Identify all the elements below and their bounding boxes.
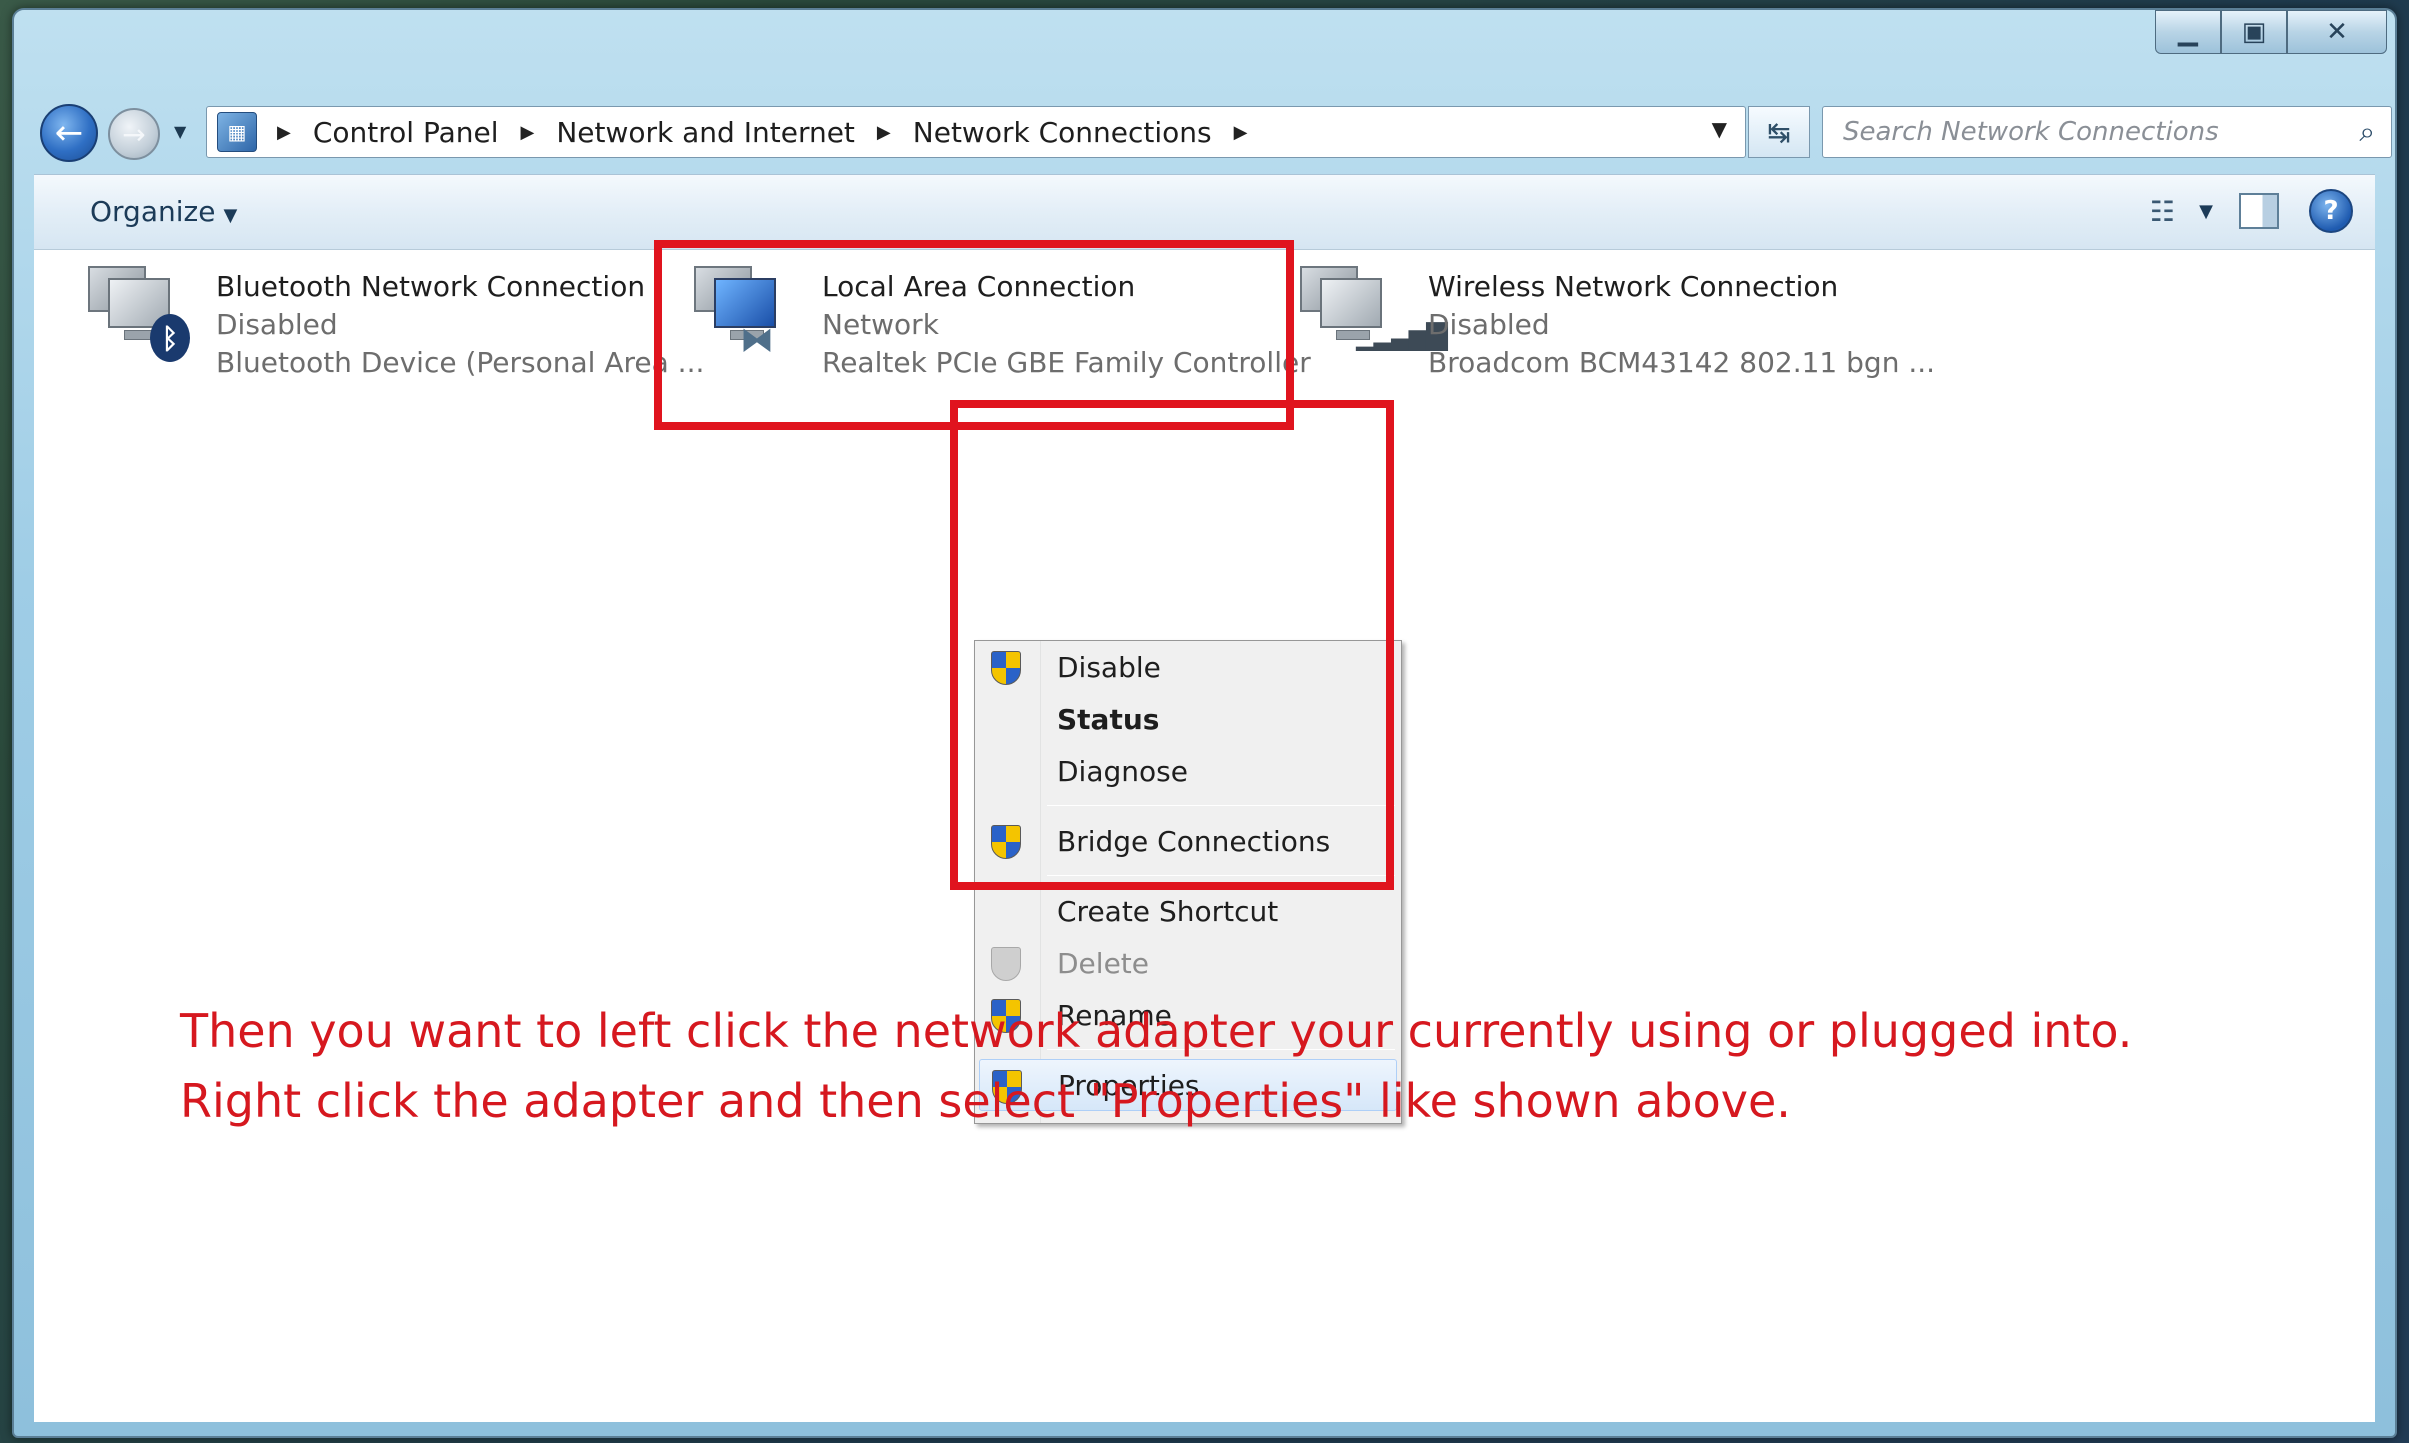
adapter-name: Bluetooth Network Connection: [216, 270, 646, 303]
breadcrumb-network-connections[interactable]: Network Connections: [913, 116, 1212, 149]
search-icon[interactable]: ⌕: [2359, 115, 2375, 149]
bluetooth-icon: ᛒ: [150, 314, 190, 362]
refresh-icon: ↹: [1767, 115, 1791, 149]
adapter-wireless[interactable]: ▁▂▃▅▇ Wireless Network Connection Disabl…: [1296, 250, 1935, 379]
network-computer-icon: ▁▂▃▅▇: [1296, 260, 1448, 351]
address-bar[interactable]: ▦ ▶ Control Panel ▶ Network and Internet…: [206, 106, 1746, 158]
adapter-device: Broadcom BCM43142 802.11 bgn ...: [1428, 346, 1936, 379]
maximize-button[interactable]: ▣: [2221, 10, 2287, 54]
breadcrumb-separator-icon[interactable]: ▶: [877, 122, 891, 143]
preview-pane-icon[interactable]: [2239, 193, 2279, 229]
recent-pages-dropdown[interactable]: ▼: [174, 122, 186, 141]
change-view-icon[interactable]: ☷: [2150, 195, 2175, 228]
help-button[interactable]: ?: [2309, 189, 2353, 233]
control-panel-icon: ▦: [217, 112, 257, 152]
organize-button[interactable]: Organize ▼: [90, 195, 237, 228]
network-computer-icon: ᛒ: [84, 260, 190, 362]
adapter-device: Bluetooth Device (Personal Area ...: [216, 346, 705, 379]
breadcrumb-network-and-internet[interactable]: Network and Internet: [556, 116, 855, 149]
adapter-bluetooth[interactable]: ᛒ Bluetooth Network Connection Disabled …: [84, 250, 704, 379]
forward-button[interactable]: →: [108, 108, 160, 160]
refresh-button[interactable]: ↹: [1748, 106, 1810, 158]
instruction-line-1: Then you want to left click the network …: [180, 1004, 2133, 1058]
breadcrumb-separator-icon[interactable]: ▶: [1234, 122, 1248, 143]
help-icon: ?: [2323, 196, 2339, 226]
title-bar: ▁ ▣ ✕: [14, 10, 2395, 90]
caption-buttons: ▁ ▣ ✕: [2155, 10, 2387, 54]
back-button[interactable]: ←: [40, 104, 98, 162]
explorer-window: ▁ ▣ ✕ ← → ▼ ▦ ▶ Control Panel ▶ Network …: [12, 8, 2397, 1438]
search-input[interactable]: Search Network Connections ⌕: [1822, 106, 2392, 158]
menu-item-delete: Delete: [975, 937, 1401, 989]
breadcrumb-separator-icon[interactable]: ▶: [277, 122, 291, 143]
connections-list: ᛒ Bluetooth Network Connection Disabled …: [34, 240, 2375, 1422]
instruction-line-2: Right click the adapter and then select …: [180, 1074, 1791, 1128]
command-bar: Organize ▼ ☷ ▼ ?: [34, 174, 2375, 250]
minimize-button[interactable]: ▁: [2155, 10, 2221, 54]
arrow-right-icon: →: [122, 117, 146, 151]
chevron-down-icon: ▼: [174, 122, 187, 141]
arrow-left-icon: ←: [54, 113, 84, 153]
breadcrumb-separator-icon[interactable]: ▶: [521, 122, 535, 143]
chevron-down-icon: ▼: [223, 205, 238, 226]
close-button[interactable]: ✕: [2287, 10, 2387, 54]
view-options-dropdown-icon[interactable]: ▼: [2199, 201, 2213, 222]
context-menu-highlight-box: [950, 400, 1394, 890]
search-placeholder: Search Network Connections: [1843, 117, 2219, 147]
uac-shield-icon: [991, 947, 1021, 981]
address-dropdown-icon[interactable]: ▼: [1712, 117, 1727, 141]
adapter-status: Disabled: [1428, 308, 1550, 341]
organize-label: Organize: [90, 195, 216, 228]
instruction-text: Then you want to left click the network …: [180, 996, 2180, 1136]
adapter-name: Wireless Network Connection: [1428, 270, 1839, 303]
adapter-status: Disabled: [216, 308, 338, 341]
navigation-row: ← → ▼ ▦ ▶ Control Panel ▶ Network and In…: [14, 92, 2395, 172]
menu-item-create-shortcut[interactable]: Create Shortcut: [975, 885, 1401, 937]
breadcrumb-control-panel[interactable]: Control Panel: [313, 116, 499, 149]
